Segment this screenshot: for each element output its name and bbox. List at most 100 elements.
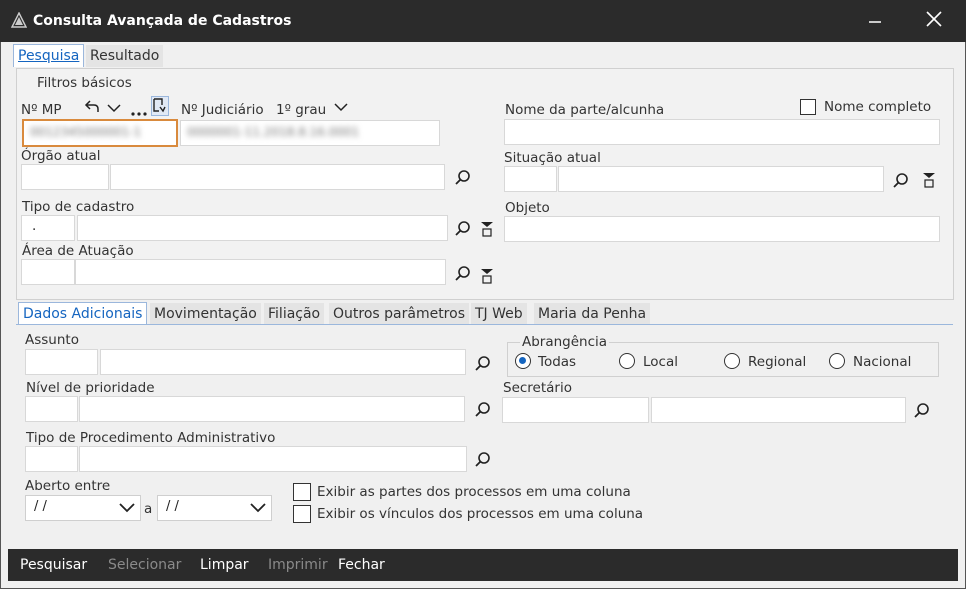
date-from-value: / / [34,499,47,514]
exibir-partes-label: Exibir as partes dos processos em uma co… [317,484,631,500]
minimize-button[interactable] [852,0,898,42]
subtab-tj-web[interactable]: TJ Web [471,303,527,325]
nmp-label: Nº MP [21,102,62,118]
nmp-input[interactable]: 0012345000001-1 [22,119,178,147]
subtab-movimentacao[interactable]: Movimentação [150,303,261,325]
radio-todas-label: Todas [538,354,577,370]
date-to-value: / / [166,499,179,514]
orgao-code-input[interactable] [21,164,109,190]
area-name-input[interactable] [75,259,446,285]
tab-resultado[interactable]: Resultado [86,45,164,67]
subtab-filiacao[interactable]: Filiação [264,303,325,325]
area-search-icon[interactable] [454,265,472,283]
situacao-code-input[interactable] [504,166,557,192]
nmp-value: 0012345000001-1 [30,125,142,139]
nome-completo-checkbox[interactable] [800,99,816,115]
objeto-input[interactable] [504,216,940,242]
tipo-proc-code-input[interactable] [25,446,78,472]
radio-local-label: Local [643,354,678,370]
situacao-name-input[interactable] [558,166,884,192]
area-filter-icon[interactable] [480,268,494,284]
limpar-button[interactable]: Limpar [200,557,249,573]
prioridade-code-input[interactable] [25,396,78,422]
tipo-proc-search-icon[interactable] [474,451,492,469]
assunto-name-input[interactable] [100,349,466,375]
secretario-search-icon[interactable] [913,402,931,420]
secretario-name-input[interactable] [651,397,906,423]
radio-regional-label: Regional [748,354,807,370]
orgao-search-icon[interactable] [454,169,472,187]
radio-nacional[interactable] [829,353,845,369]
chevron-down-icon[interactable] [107,101,121,117]
copy-icon[interactable] [151,96,169,116]
date-to-chevron-icon [250,503,266,513]
pesquisar-button[interactable]: Pesquisar [20,557,87,573]
subtab-dados-adicionais[interactable]: Dados Adicionais [18,302,148,325]
judicial-label: Nº Judiciário [181,102,264,118]
objeto-label: Objeto [505,200,550,216]
imprimir-button[interactable]: Imprimir [268,557,328,573]
radio-regional[interactable] [724,353,740,369]
tab-resultado-label: Resultado [90,48,160,64]
exibir-vinculos-label: Exibir os vínculos dos processos em uma … [317,506,644,522]
grau-chevron-icon[interactable] [334,100,348,116]
situacao-filter-icon[interactable] [922,172,936,188]
grau-label: 1º grau [276,102,327,118]
abrangencia-label: Abrangência [520,334,610,350]
prioridade-label: Nível de prioridade [26,380,155,396]
prioridade-name-input[interactable] [79,396,465,422]
nome-completo-label: Nome completo [824,99,932,115]
radio-todas[interactable] [515,353,531,369]
close-button[interactable] [911,0,957,42]
tipo-cadastro-label: Tipo de cadastro [22,199,135,215]
subtab-label: Filiação [268,306,321,322]
subtab-outros-parametros[interactable]: Outros parâmetros [329,303,469,325]
situacao-search-icon[interactable] [892,172,910,190]
area-label: Área de Atuação [22,243,134,259]
group-title: Filtros básicos [33,75,136,91]
undo-icon[interactable] [84,99,100,117]
orgao-label: Órgão atual [21,148,101,164]
subtab-label: Movimentação [154,306,257,322]
subtab-label: Maria da Penha [538,306,647,322]
exibir-vinculos-checkbox[interactable] [293,505,311,523]
subtab-label: Outros parâmetros [333,306,465,322]
tab-pesquisa[interactable]: Pesquisa [13,44,85,67]
date-separator: a [144,501,153,517]
nome-parte-label: Nome da parte/alcunha [505,102,665,118]
subtab-maria-da-penha[interactable]: Maria da Penha [534,303,651,325]
selecionar-button[interactable]: Selecionar [108,557,181,573]
subtab-label: TJ Web [475,306,523,322]
tipo-proc-name-input[interactable] [79,446,467,472]
area-code-input[interactable] [21,259,75,285]
tipo-cadastro-code: . [32,218,37,234]
date-from-picker[interactable]: / / [25,495,141,521]
assunto-label: Assunto [25,332,79,348]
assunto-search-icon[interactable] [474,355,492,373]
radio-local[interactable] [619,353,635,369]
close-icon [926,11,942,27]
secretario-code-input[interactable] [502,397,649,423]
orgao-name-input[interactable] [110,164,445,190]
prioridade-search-icon[interactable] [474,401,492,419]
judicial-value: 0000001-11.2018.8.16.0001 [187,125,360,139]
tipo-cadastro-filter-icon[interactable] [480,221,494,237]
situacao-label: Situação atual [504,150,601,166]
window-title: Consulta Avançada de Cadastros [33,13,292,29]
date-from-chevron-icon [119,503,135,513]
subtab-label: Dados Adicionais [23,306,143,322]
nome-parte-input[interactable] [504,119,940,145]
tab-pesquisa-label: Pesquisa [18,48,80,64]
app-icon [10,11,29,30]
tipo-cadastro-search-icon[interactable] [454,220,472,238]
tipo-cadastro-code-input[interactable]: . [21,215,75,241]
fechar-button[interactable]: Fechar [338,557,385,573]
exibir-partes-checkbox[interactable] [293,483,311,501]
date-to-picker[interactable]: / / [157,495,272,521]
secretario-label: Secretário [503,380,572,396]
judicial-input[interactable]: 0000001-11.2018.8.16.0001 [180,120,440,146]
aberto-label: Aberto entre [25,478,111,494]
subtab-divider [16,324,953,325]
assunto-code-input[interactable] [25,349,98,375]
tipo-cadastro-name-input[interactable] [77,215,448,241]
